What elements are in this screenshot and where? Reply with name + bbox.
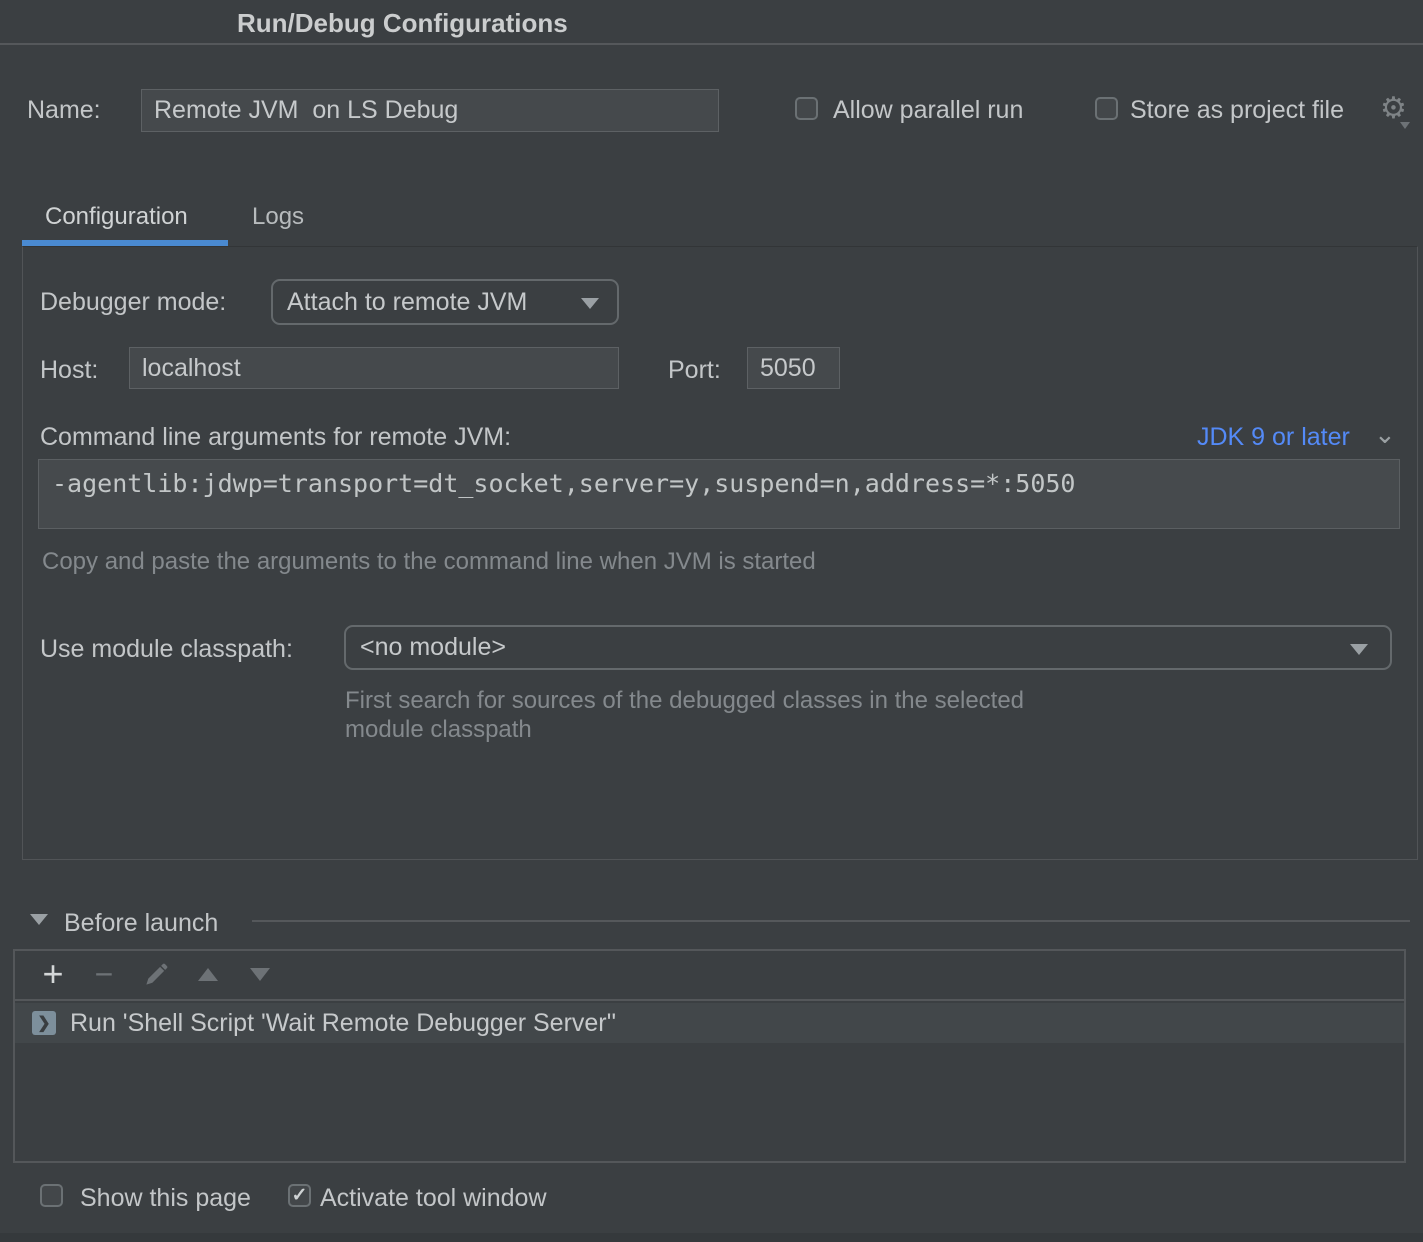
command-line-args-label: Command line arguments for remote JVM: xyxy=(40,423,511,452)
edit-button[interactable] xyxy=(141,949,171,999)
name-label: Name: xyxy=(27,96,101,125)
move-up-button[interactable] xyxy=(193,949,223,999)
store-as-project-file-checkbox[interactable] xyxy=(1095,97,1118,120)
allow-parallel-run-checkbox[interactable] xyxy=(795,97,818,120)
args-hint-text: Copy and paste the arguments to the comm… xyxy=(42,548,816,576)
gear-icon[interactable]: ⚙ xyxy=(1380,94,1407,124)
command-line-args-field[interactable]: -agentlib:jdwp=transport=dt_socket,serve… xyxy=(38,459,1400,529)
host-label: Host: xyxy=(40,356,98,385)
chevron-down-icon xyxy=(1350,644,1368,655)
allow-parallel-run-label: Allow parallel run xyxy=(833,96,1023,125)
add-button[interactable]: + xyxy=(38,949,68,999)
run-debug-configurations-dialog: Run/Debug Configurations Name: Allow par… xyxy=(0,0,1423,1242)
before-launch-item[interactable]: ❯ Run 'Shell Script 'Wait Remote Debugge… xyxy=(15,1003,1404,1043)
module-classpath-select[interactable]: <no module> xyxy=(344,625,1392,670)
debugger-mode-value: Attach to remote JVM xyxy=(273,288,527,317)
show-this-page-checkbox[interactable] xyxy=(40,1184,63,1207)
dialog-bottom-edge xyxy=(0,1233,1423,1242)
before-launch-toolbar: + − xyxy=(13,949,1406,1001)
name-input[interactable] xyxy=(141,89,719,132)
pencil-icon xyxy=(143,961,170,988)
debugger-mode-select[interactable]: Attach to remote JVM xyxy=(271,279,619,325)
jdk-version-selector[interactable]: JDK 9 or later xyxy=(1197,423,1350,452)
move-down-button[interactable] xyxy=(245,949,275,999)
title-bar: Run/Debug Configurations xyxy=(0,0,1423,45)
store-as-project-file-label: Store as project file xyxy=(1130,96,1344,125)
use-module-classpath-label: Use module classpath: xyxy=(40,635,293,664)
activate-tool-window-label: Activate tool window xyxy=(320,1184,547,1213)
debugger-mode-label: Debugger mode: xyxy=(40,288,226,317)
before-launch-item-label: Run 'Shell Script 'Wait Remote Debugger … xyxy=(70,1009,616,1038)
run-shell-script-icon: ❯ xyxy=(32,1011,56,1035)
before-launch-divider xyxy=(252,920,1410,922)
tab-logs[interactable]: Logs xyxy=(252,203,304,231)
dialog-title: Run/Debug Configurations xyxy=(237,8,568,39)
before-launch-title: Before launch xyxy=(64,909,218,938)
show-this-page-label: Show this page xyxy=(80,1184,251,1213)
tab-configuration[interactable]: Configuration xyxy=(45,203,188,231)
remove-button[interactable]: − xyxy=(89,949,119,999)
module-classpath-hint: First search for sources of the debugged… xyxy=(345,686,1045,744)
gear-dropdown-arrow-icon xyxy=(1400,122,1410,129)
chevron-down-icon xyxy=(581,298,599,309)
module-classpath-value: <no module> xyxy=(346,633,506,662)
activate-tool-window-checkbox[interactable] xyxy=(288,1184,311,1207)
jdk-chevron-down-icon[interactable]: ⌄ xyxy=(1374,419,1396,450)
arrow-down-icon xyxy=(250,968,270,981)
port-label: Port: xyxy=(668,356,721,385)
port-input[interactable] xyxy=(747,347,840,389)
arrow-up-icon xyxy=(198,968,218,981)
before-launch-collapse-icon[interactable] xyxy=(30,914,48,925)
minus-icon: − xyxy=(95,958,114,990)
plus-icon: + xyxy=(42,956,63,992)
host-input[interactable] xyxy=(129,347,619,389)
